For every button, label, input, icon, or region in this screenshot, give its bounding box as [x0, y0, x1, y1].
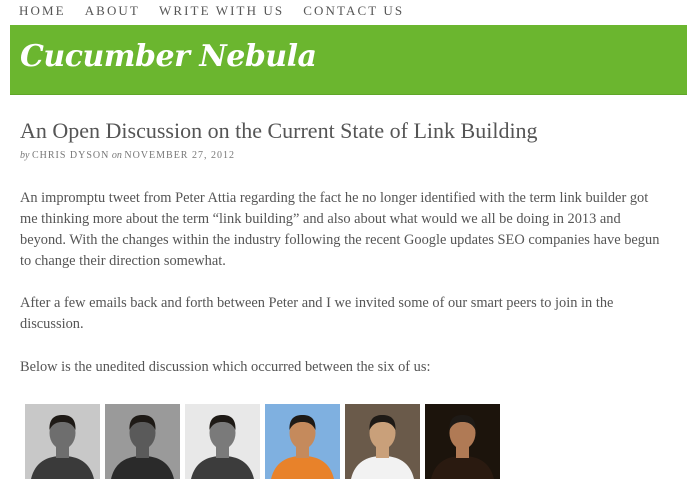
participant-photo-5 [345, 404, 420, 479]
byline-author-link[interactable]: CHRIS DYSON [32, 150, 109, 161]
portrait-image [265, 404, 340, 479]
portrait-image [105, 404, 180, 479]
nav-item-home[interactable]: HOME [19, 4, 66, 18]
site-title[interactable]: Cucumber Nebula [20, 37, 317, 77]
participant-photo-4 [265, 404, 340, 479]
participant-photo-1 [25, 404, 100, 479]
portrait-image [425, 404, 500, 479]
portrait-image [25, 404, 100, 479]
participant-photo-2 [105, 404, 180, 479]
nav-item-write-with-us[interactable]: WRITE WITH US [159, 4, 284, 18]
participant-photos [25, 404, 505, 479]
byline-date: NOVEMBER 27, 2012 [124, 150, 235, 161]
nav-item-about[interactable]: ABOUT [85, 4, 140, 18]
post-paragraph-intro: An impromptu tweet from Peter Attia rega… [20, 190, 660, 269]
nav-menu: HOME ABOUT WRITE WITH US CONTACT US [19, 4, 423, 18]
participant-photo-3 [185, 404, 260, 479]
post-paragraph-emails: After a few emails back and forth betwee… [20, 295, 614, 332]
post-byline: by CHRIS DYSON on NOVEMBER 27, 2012 [20, 150, 235, 162]
byline-by-word: by [20, 150, 30, 161]
portrait-image [185, 404, 260, 479]
nav-item-contact-us[interactable]: CONTACT US [303, 4, 404, 18]
byline-on-word: on [111, 150, 122, 161]
site-header-banner: Cucumber Nebula [10, 25, 687, 95]
portrait-image [345, 404, 420, 479]
participant-photo-6 [425, 404, 500, 479]
post-paragraph-lead-in: Below is the unedited discussion which o… [20, 359, 431, 375]
top-navigation: HOME ABOUT WRITE WITH US CONTACT US [0, 0, 687, 24]
post-title[interactable]: An Open Discussion on the Current State … [20, 118, 538, 144]
